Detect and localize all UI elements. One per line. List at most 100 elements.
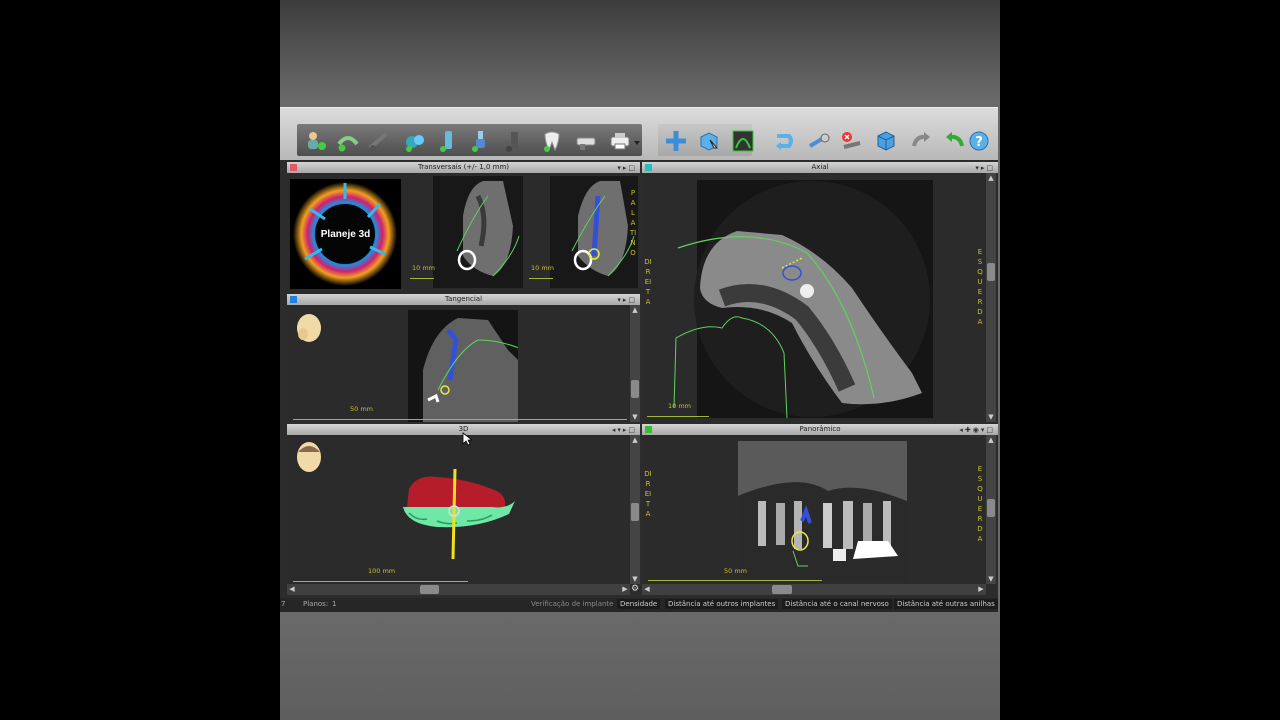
scroll-up-icon[interactable]: ▲ <box>630 305 640 315</box>
cube-cursor-icon[interactable] <box>696 128 722 154</box>
rotate-arrow-icon[interactable] <box>771 128 797 154</box>
scroll-down-icon[interactable]: ▼ <box>630 574 640 584</box>
distancia-implantes-button[interactable]: Distância até outros implantes <box>665 599 779 609</box>
main-toolbar: ? <box>280 107 998 160</box>
scroll-thumb[interactable] <box>987 499 995 517</box>
panoramic-image[interactable] <box>738 441 907 581</box>
scroll-up-icon[interactable]: ▲ <box>986 435 996 445</box>
implant-icon[interactable] <box>435 128 461 154</box>
transversal-slice-1[interactable] <box>433 176 523 288</box>
tangencial-pane[interactable]: Tangencial ▾▸□ 50 mm ▲ ▼ <box>287 294 640 422</box>
scroll-right-icon[interactable]: ▶ <box>620 584 630 595</box>
panoramico-scalebar <box>648 574 822 581</box>
scroll-thumb[interactable] <box>987 263 995 281</box>
distancia-anilhas-button[interactable]: Distância até outras anilhas <box>894 599 998 609</box>
panoramico-title: Panorâmico <box>799 425 841 433</box>
help-icon[interactable]: ? <box>966 128 992 154</box>
axial-title: Axial <box>811 163 829 171</box>
transversal-scale-2: 10 mm <box>531 264 555 272</box>
three-d-scalebar <box>293 575 468 582</box>
transversal-title: Transversais (+/- 1,0 mm) <box>417 163 509 171</box>
three-d-scale: 100 mm <box>368 567 396 575</box>
tangencial-slice[interactable] <box>408 310 518 422</box>
tangencial-title: Tangencial <box>444 295 483 303</box>
axial-pane[interactable]: Axial ▾▸□ DIREITA ESQUERDA 10 mm ▲ ▼ <box>642 162 998 422</box>
tangencial-scalebar <box>293 413 627 420</box>
distancia-canal-button[interactable]: Distância até o canal nervoso <box>782 599 892 609</box>
sleeve-icon[interactable] <box>573 128 599 154</box>
planos-value: 1 <box>332 600 337 608</box>
planeje-logo: Planeje 3d <box>290 179 401 289</box>
three-d-pane[interactable]: 3D ◂▾▸□ 100 mm ▲ ▼ <box>287 424 640 584</box>
video-frame: ? Transversais (+/- 1,0 mm) ▾▸□ Planeje … <box>280 0 1000 720</box>
pane-controls[interactable]: ▾▸□ <box>617 163 637 174</box>
three-d-hscroll[interactable]: ◀ ▶ <box>287 584 630 595</box>
status-bar: 7 Planos: 1 Verificação de implante Dens… <box>280 598 998 612</box>
scroll-up-icon[interactable]: ▲ <box>986 173 996 183</box>
panoramico-pane[interactable]: Panorâmico ◂✚◉▾□ DIREITA ESQUERDA 50 mm … <box>642 424 998 584</box>
panoramico-orient-left: DIREITA <box>644 470 652 518</box>
panoramico-scale: 50 mm <box>724 567 748 575</box>
tangencial-vscroll[interactable]: ▲ ▼ <box>630 305 640 422</box>
scroll-left-icon[interactable]: ◀ <box>287 584 297 595</box>
three-d-vscroll[interactable]: ▲ ▼ <box>630 435 640 584</box>
transversal-marker <box>290 164 297 171</box>
redo-icon[interactable] <box>908 128 934 154</box>
dental-3d-model[interactable] <box>397 469 527 569</box>
logo-text: Planeje 3d <box>320 229 371 240</box>
nerve-icon[interactable] <box>366 128 392 154</box>
scroll-thumb[interactable] <box>631 503 639 521</box>
scroll-down-icon[interactable]: ▼ <box>986 412 996 422</box>
scroll-right-icon[interactable]: ▶ <box>976 584 986 595</box>
panoramico-vscroll[interactable]: ▲ ▼ <box>986 435 996 584</box>
implant-abutment-icon[interactable] <box>467 128 493 154</box>
scroll-thumb[interactable] <box>420 585 439 594</box>
transversal-scalebar-2 <box>529 272 553 279</box>
axial-title-bar: Axial ▾▸□ <box>642 162 998 173</box>
axial-scale: 10 mm <box>668 402 692 410</box>
toolbar-dropdown-icon[interactable] <box>632 128 642 154</box>
scroll-up-icon[interactable]: ▲ <box>630 435 640 445</box>
tangencial-marker <box>290 296 297 303</box>
scroll-left-icon[interactable]: ◀ <box>642 584 652 595</box>
scroll-thumb[interactable] <box>772 585 792 594</box>
axial-slice[interactable] <box>642 173 986 422</box>
scroll-down-icon[interactable]: ▼ <box>630 412 640 422</box>
axial-scalebar <box>647 410 709 417</box>
scroll-thumb[interactable] <box>631 380 639 398</box>
panoramico-title-bar: Panorâmico ◂✚◉▾□ <box>642 424 998 435</box>
bar-icon[interactable] <box>501 128 527 154</box>
printer-icon[interactable] <box>607 128 633 154</box>
wrench-icon[interactable] <box>806 128 832 154</box>
densidade-button[interactable]: Densidade <box>617 599 661 609</box>
cube-blue-icon[interactable] <box>873 128 899 154</box>
panoramico-hscroll[interactable]: ◀ ▶ <box>642 584 986 595</box>
transversal-slice-2[interactable] <box>550 176 638 288</box>
patient-icon[interactable] <box>302 128 328 154</box>
tooth-icon[interactable] <box>539 128 565 154</box>
settings-gear-icon[interactable]: ⚙ <box>630 584 640 595</box>
head-3d-icon[interactable] <box>294 440 326 476</box>
undo-icon[interactable] <box>942 128 968 154</box>
transversal-pane[interactable]: Transversais (+/- 1,0 mm) ▾▸□ Planeje 3d… <box>287 162 640 294</box>
mouse-cursor-icon <box>462 432 472 446</box>
panoramico-orient-right: ESQUERDA <box>977 465 983 543</box>
transversal-scalebar-1 <box>410 272 434 279</box>
measure-icon[interactable] <box>402 128 428 154</box>
implant-planning-app: ? Transversais (+/- 1,0 mm) ▾▸□ Planeje … <box>280 107 998 612</box>
axial-marker <box>645 164 652 171</box>
panoramico-marker <box>645 426 652 433</box>
arch-add-icon[interactable] <box>335 128 361 154</box>
head-orientation-icon[interactable] <box>292 312 324 346</box>
delete-tool-icon[interactable] <box>838 128 864 154</box>
axial-orient-left: DIREITA <box>644 258 652 306</box>
transversal-scale-1: 10 mm <box>412 264 436 272</box>
scroll-down-icon[interactable]: ▼ <box>986 574 996 584</box>
transversal-title-bar: Transversais (+/- 1,0 mm) ▾▸□ <box>287 162 640 173</box>
svg-text:?: ? <box>975 135 983 150</box>
axial-orient-right: ESQUERDA <box>977 248 983 326</box>
axial-vscroll[interactable]: ▲ ▼ <box>986 173 996 422</box>
panoramic-curve-icon[interactable] <box>730 128 756 154</box>
status-number: 7 <box>281 600 286 608</box>
move-cross-icon[interactable] <box>663 128 689 154</box>
